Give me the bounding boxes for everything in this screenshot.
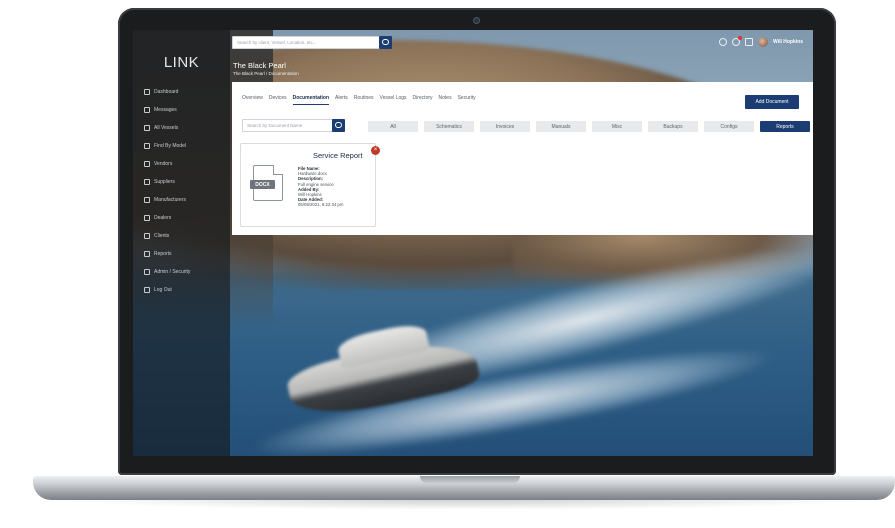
filter-invoices[interactable]: Invoices bbox=[480, 121, 530, 132]
sidebar-item-label: Dealers bbox=[154, 215, 172, 221]
sidebar-item-label: Find By Model bbox=[154, 143, 186, 149]
sidebar-item-dashboard[interactable]: Dashboard bbox=[144, 83, 190, 101]
sidebar-item-label: Vendors bbox=[154, 161, 173, 167]
sidebar-item-label: Suppliers bbox=[154, 179, 175, 185]
manufacturers-icon bbox=[144, 197, 150, 203]
filter-all[interactable]: All bbox=[368, 121, 418, 132]
sidebar-item-clients[interactable]: Clients bbox=[144, 227, 190, 245]
reports-icon bbox=[144, 251, 150, 257]
admin-icon bbox=[144, 269, 150, 275]
top-bar: Search by client, Vessel, Location, etc.… bbox=[232, 36, 813, 51]
tab-documentation[interactable]: Documentation bbox=[292, 95, 330, 105]
sidebar-item-find-by-model[interactable]: Find By Model bbox=[144, 137, 190, 155]
clients-icon bbox=[144, 233, 150, 239]
sidebar-item-label: Clients bbox=[154, 233, 170, 239]
vessel-tabs: Overview Devices Documentation Alerts Ro… bbox=[242, 95, 476, 105]
tab-vessel-logs[interactable]: Vessel Logs bbox=[380, 95, 407, 105]
sidebar-item-label: All Vessels bbox=[154, 125, 179, 131]
vessels-icon bbox=[144, 125, 150, 131]
sidebar: LINK Dashboard Messages All Vessels Find… bbox=[133, 30, 230, 456]
logout-icon bbox=[144, 287, 150, 293]
tab-devices[interactable]: Devices bbox=[269, 95, 287, 105]
search-button[interactable] bbox=[379, 36, 392, 49]
documentation-panel: Overview Devices Documentation Alerts Ro… bbox=[232, 82, 813, 235]
sidebar-item-all-vessels[interactable]: All Vessels bbox=[144, 119, 190, 137]
document-meta: File Name: Hardware.docx Description: Fu… bbox=[298, 166, 343, 208]
page-title: The Black Pearl bbox=[233, 61, 286, 70]
search-icon bbox=[144, 143, 150, 149]
tab-notes[interactable]: Notes bbox=[439, 95, 452, 105]
sidebar-nav: Dashboard Messages All Vessels Find By M… bbox=[144, 83, 190, 299]
laptop-shadow bbox=[60, 500, 868, 510]
sidebar-item-messages[interactable]: Messages bbox=[144, 101, 190, 119]
document-search-button[interactable] bbox=[332, 119, 345, 132]
vendors-icon bbox=[144, 161, 150, 167]
document-search-input[interactable]: Search by Document Name bbox=[242, 119, 337, 132]
sidebar-item-admin-security[interactable]: Admin / Security bbox=[144, 263, 190, 281]
user-name[interactable]: Will Hopkins bbox=[773, 39, 803, 45]
delete-document-icon[interactable]: × bbox=[371, 146, 380, 155]
filter-manuals[interactable]: Manuals bbox=[536, 121, 586, 132]
filter-misc[interactable]: Misc bbox=[592, 121, 642, 132]
sidebar-item-label: Log Out bbox=[154, 287, 172, 293]
avatar[interactable] bbox=[758, 37, 769, 47]
filter-reports[interactable]: Reports bbox=[760, 121, 810, 132]
tab-overview[interactable]: Overview bbox=[242, 95, 263, 105]
camera-icon bbox=[473, 17, 480, 24]
document-title: Service Report bbox=[313, 151, 363, 160]
sidebar-item-label: Messages bbox=[154, 107, 177, 113]
global-search-input[interactable]: Search by client, Vessel, Location, etc.… bbox=[232, 36, 382, 49]
tab-security[interactable]: Security bbox=[458, 95, 476, 105]
help-icon[interactable] bbox=[719, 38, 728, 46]
tab-routines[interactable]: Routines bbox=[354, 95, 374, 105]
laptop-notch bbox=[420, 476, 520, 483]
messages-icon bbox=[144, 107, 150, 113]
sidebar-item-reports[interactable]: Reports bbox=[144, 245, 190, 263]
sidebar-item-vendors[interactable]: Vendors bbox=[144, 155, 190, 173]
suppliers-icon bbox=[144, 179, 150, 185]
filter-configs[interactable]: Configs bbox=[704, 121, 754, 132]
sidebar-item-log-out[interactable]: Log Out bbox=[144, 281, 190, 299]
sidebar-item-label: Admin / Security bbox=[154, 269, 191, 275]
app-logo[interactable]: LINK bbox=[133, 54, 230, 71]
sidebar-item-label: Reports bbox=[154, 251, 172, 257]
screen: LINK Dashboard Messages All Vessels Find… bbox=[133, 30, 813, 456]
date-added-value: 05/09/2021, 6:22:34 pm bbox=[298, 202, 344, 208]
top-actions: Will Hopkins bbox=[719, 36, 803, 47]
sidebar-item-suppliers[interactable]: Suppliers bbox=[144, 173, 190, 191]
filter-schematics[interactable]: Schematics bbox=[424, 121, 474, 132]
dashboard-icon bbox=[144, 89, 150, 95]
document-card[interactable]: Service Report × DOCX File Name: Hardwar… bbox=[240, 143, 380, 227]
sidebar-item-label: Dashboard bbox=[154, 89, 179, 95]
file-type-badge: DOCX bbox=[250, 180, 275, 189]
dealers-icon bbox=[144, 215, 150, 221]
add-document-button[interactable]: Add Document bbox=[745, 95, 799, 109]
tab-alerts[interactable]: Alerts bbox=[335, 95, 348, 105]
tab-directory[interactable]: Directory bbox=[413, 95, 433, 105]
notification-bell-icon[interactable] bbox=[732, 36, 743, 46]
document-filters: All Schematics Invoices Manuals Misc Bac… bbox=[368, 121, 810, 132]
mail-icon[interactable] bbox=[745, 38, 754, 46]
breadcrumb[interactable]: The Black Pearl / Documentation bbox=[233, 71, 299, 76]
sidebar-item-manufacturers[interactable]: Manufacturers bbox=[144, 191, 190, 209]
filter-backups[interactable]: Backups bbox=[648, 121, 698, 132]
sidebar-item-dealers[interactable]: Dealers bbox=[144, 209, 190, 227]
sidebar-item-label: Manufacturers bbox=[154, 197, 186, 203]
